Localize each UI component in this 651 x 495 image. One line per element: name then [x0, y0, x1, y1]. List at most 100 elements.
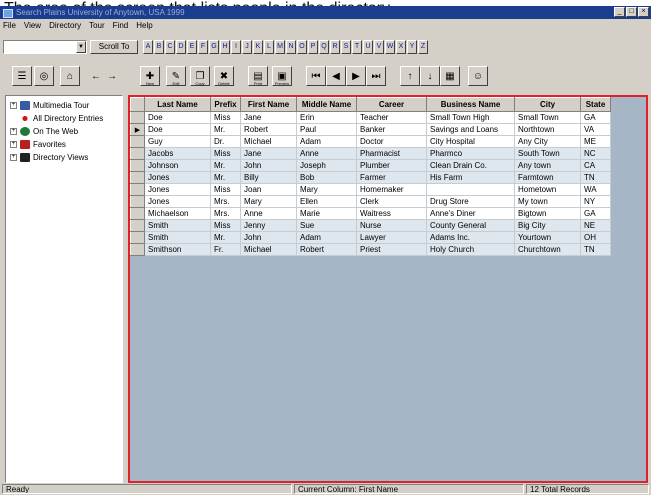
menu-help[interactable]: Help	[136, 20, 152, 32]
table-row[interactable]: Smithson Fr. Michael Robert Priest Holy Churc…	[130, 243, 611, 256]
table-cell[interactable]: Sue	[296, 219, 357, 232]
table-cell[interactable]: Banker	[356, 123, 427, 136]
table-cell[interactable]: Ellen	[296, 195, 357, 208]
table-cell[interactable]: Anne	[240, 207, 297, 220]
table-cell[interactable]: Joseph	[296, 159, 357, 172]
tree-item-favorites[interactable]: + Favorites	[10, 139, 66, 150]
letter-button-r[interactable]: R	[330, 40, 340, 54]
table-cell[interactable]: VA	[580, 123, 611, 136]
column-header-last-name[interactable]: Last Name	[144, 97, 211, 112]
table-row[interactable]: Doe Miss Jane Erin Teacher Small Town High Sma…	[130, 111, 611, 124]
title-bar[interactable]: Search Plains University of Anytown, USA…	[0, 6, 651, 19]
row-selector[interactable]	[130, 111, 145, 124]
table-cell[interactable]: Smith	[144, 231, 211, 244]
copy-entry-button[interactable]: ❐ Copy	[190, 66, 210, 86]
letter-button-c[interactable]: C	[165, 40, 175, 54]
table-cell[interactable]	[426, 183, 515, 196]
sort-descending-button[interactable]: ↓	[420, 66, 440, 86]
letter-button-b[interactable]: B	[154, 40, 164, 54]
table-cell[interactable]: Waitress	[356, 207, 427, 220]
table-cell[interactable]: City Hospital	[426, 135, 515, 148]
letter-button-o[interactable]: O	[297, 40, 307, 54]
expand-icon[interactable]: +	[10, 154, 17, 161]
table-cell[interactable]: Pharmco	[426, 147, 515, 160]
letter-button-k[interactable]: K	[253, 40, 263, 54]
column-header-career[interactable]: Career	[356, 97, 427, 112]
menu-directory[interactable]: Directory	[49, 20, 81, 32]
column-header-middle-name[interactable]: Middle Name	[296, 97, 357, 112]
table-cell[interactable]: Small Town	[514, 111, 581, 124]
table-cell[interactable]: Miss	[210, 219, 241, 232]
table-cell[interactable]: ME	[580, 135, 611, 148]
expand-icon[interactable]: +	[10, 102, 17, 109]
row-selector[interactable]	[130, 219, 145, 232]
table-cell[interactable]: County General	[426, 219, 515, 232]
tree-item-on-the-web[interactable]: + On The Web	[10, 126, 78, 137]
table-cell[interactable]: Doe	[144, 111, 211, 124]
print-preview-button[interactable]: ▣ Preview	[272, 66, 292, 86]
row-selector[interactable]	[130, 243, 145, 256]
letter-button-l[interactable]: L	[264, 40, 274, 54]
table-cell[interactable]: Billy	[240, 171, 297, 184]
table-cell[interactable]: Churchtown	[514, 243, 581, 256]
tree-item-multimedia-tour[interactable]: + Multimedia Tour	[10, 100, 89, 111]
table-cell[interactable]: Jacobs	[144, 147, 211, 160]
table-cell[interactable]: Adam	[296, 135, 357, 148]
table-cell[interactable]: His Farm	[426, 171, 515, 184]
table-cell[interactable]: Smith	[144, 219, 211, 232]
table-cell[interactable]: Northtown	[514, 123, 581, 136]
table-row[interactable]: Jones Mr. Billy Bob Farmer His Farm Farmtown TN	[130, 171, 611, 184]
web-button[interactable]: ◎	[34, 66, 54, 86]
letter-button-a[interactable]: A	[143, 40, 153, 54]
navigation-tree[interactable]: + Multimedia Tour All Directory Entries + On…	[5, 95, 123, 483]
table-cell[interactable]: Farmer	[356, 171, 427, 184]
table-cell[interactable]: TN	[580, 171, 611, 184]
letter-button-e[interactable]: E	[187, 40, 197, 54]
letter-button-v[interactable]: V	[374, 40, 384, 54]
table-cell[interactable]: Adam	[296, 231, 357, 244]
table-cell[interactable]: Mary	[296, 183, 357, 196]
table-cell[interactable]: Any town	[514, 159, 581, 172]
letter-button-p[interactable]: P	[308, 40, 318, 54]
table-cell[interactable]: Jenny	[240, 219, 297, 232]
row-selector[interactable]	[130, 195, 145, 208]
table-cell[interactable]: Michaelson	[144, 207, 211, 220]
letter-button-z[interactable]: Z	[418, 40, 428, 54]
edit-entry-button[interactable]: ✎ Edit	[166, 66, 186, 86]
letter-button-h[interactable]: H	[220, 40, 230, 54]
table-cell[interactable]: Clean Drain Co.	[426, 159, 515, 172]
table-cell[interactable]: Yourtown	[514, 231, 581, 244]
row-selector[interactable]	[130, 135, 145, 148]
table-cell[interactable]: Paul	[296, 123, 357, 136]
row-selector[interactable]	[130, 183, 145, 196]
row-selector[interactable]	[130, 159, 145, 172]
first-record-button[interactable]: ⏮	[306, 66, 326, 86]
menu-tour[interactable]: Tour	[89, 20, 105, 32]
table-cell[interactable]: Teacher	[356, 111, 427, 124]
letter-button-x[interactable]: X	[396, 40, 406, 54]
table-cell[interactable]: Bigtown	[514, 207, 581, 220]
table-row[interactable]: Smith Mr. John Adam Lawyer Adams Inc. Yourtown…	[130, 231, 611, 244]
table-cell[interactable]: Marie	[296, 207, 357, 220]
table-cell[interactable]: South Town	[514, 147, 581, 160]
table-cell[interactable]: NY	[580, 195, 611, 208]
letter-button-u[interactable]: U	[363, 40, 373, 54]
table-cell[interactable]: Mrs.	[210, 207, 241, 220]
table-cell[interactable]: Bob	[296, 171, 357, 184]
delete-entry-button[interactable]: ✖ Delete	[214, 66, 234, 86]
letter-button-q[interactable]: Q	[319, 40, 329, 54]
table-cell[interactable]: Doctor	[356, 135, 427, 148]
letter-button-f[interactable]: F	[198, 40, 208, 54]
table-cell[interactable]: My town	[514, 195, 581, 208]
directory-button[interactable]: ☰	[12, 66, 32, 86]
table-cell[interactable]: Small Town High	[426, 111, 515, 124]
table-cell[interactable]: Mr.	[210, 171, 241, 184]
table-cell[interactable]: Anne's Diner	[426, 207, 515, 220]
expand-icon[interactable]: +	[10, 141, 17, 148]
table-cell[interactable]: Mr.	[210, 159, 241, 172]
table-cell[interactable]: Big City	[514, 219, 581, 232]
table-cell[interactable]: Smithson	[144, 243, 211, 256]
filter-button[interactable]: ▦	[440, 66, 460, 86]
table-cell[interactable]: Adams Inc.	[426, 231, 515, 244]
letter-button-m[interactable]: M	[275, 40, 285, 54]
